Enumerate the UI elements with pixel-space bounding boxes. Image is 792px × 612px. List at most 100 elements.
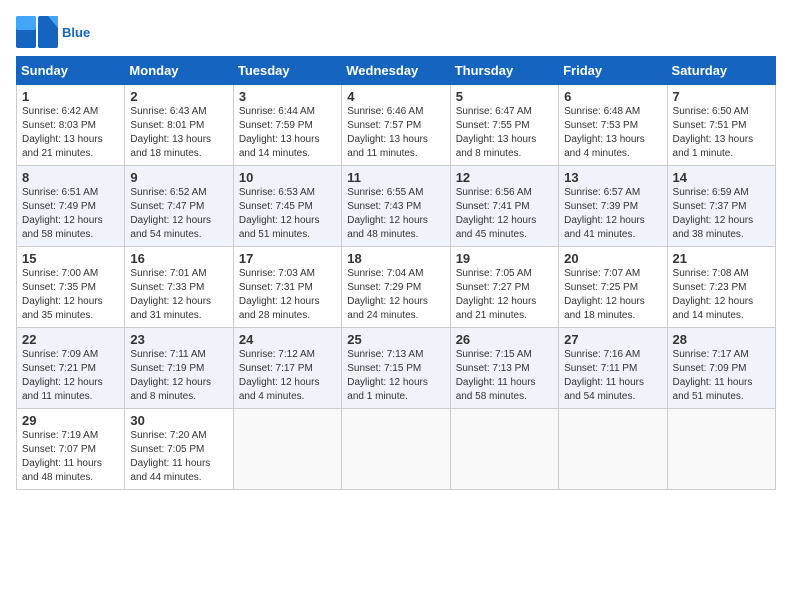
- day-number: 26: [456, 332, 553, 347]
- sunrise-label: Sunrise: 6:59 AM: [673, 187, 749, 198]
- day-number: 30: [130, 413, 227, 428]
- sunset-label: Sunset: 7:33 PM: [130, 282, 204, 293]
- calendar-cell: 18 Sunrise: 7:04 AM Sunset: 7:29 PM Dayl…: [342, 247, 450, 328]
- day-info: Sunrise: 6:53 AM Sunset: 7:45 PM Dayligh…: [239, 186, 336, 242]
- sunset-label: Sunset: 7:27 PM: [456, 282, 530, 293]
- sunset-label: Sunset: 7:11 PM: [564, 363, 637, 374]
- sunrise-label: Sunrise: 7:08 AM: [673, 268, 749, 279]
- day-info: Sunrise: 6:47 AM Sunset: 7:55 PM Dayligh…: [456, 105, 553, 161]
- sunset-label: Sunset: 7:15 PM: [347, 363, 421, 374]
- sunrise-label: Sunrise: 7:13 AM: [347, 349, 423, 360]
- calendar-cell: 17 Sunrise: 7:03 AM Sunset: 7:31 PM Dayl…: [233, 247, 341, 328]
- calendar-cell: 20 Sunrise: 7:07 AM Sunset: 7:25 PM Dayl…: [559, 247, 667, 328]
- sunrise-label: Sunrise: 6:52 AM: [130, 187, 206, 198]
- day-number: 13: [564, 170, 661, 185]
- day-number: 25: [347, 332, 444, 347]
- day-number: 27: [564, 332, 661, 347]
- day-number: 17: [239, 251, 336, 266]
- day-number: 28: [673, 332, 770, 347]
- day-number: 9: [130, 170, 227, 185]
- sunrise-label: Sunrise: 7:11 AM: [130, 349, 205, 360]
- sunrise-label: Sunrise: 7:16 AM: [564, 349, 640, 360]
- day-info: Sunrise: 7:01 AM Sunset: 7:33 PM Dayligh…: [130, 267, 227, 323]
- calendar-cell: 27 Sunrise: 7:16 AM Sunset: 7:11 PM Dayl…: [559, 328, 667, 409]
- day-number: 4: [347, 89, 444, 104]
- sunset-label: Sunset: 7:25 PM: [564, 282, 638, 293]
- day-info: Sunrise: 7:05 AM Sunset: 7:27 PM Dayligh…: [456, 267, 553, 323]
- day-number: 18: [347, 251, 444, 266]
- sunset-label: Sunset: 7:37 PM: [673, 201, 747, 212]
- daylight-label: Daylight: 13 hours and 21 minutes.: [22, 134, 103, 159]
- weekday-header: Sunday: [17, 57, 125, 85]
- sunrise-label: Sunrise: 6:50 AM: [673, 106, 749, 117]
- sunrise-label: Sunrise: 7:07 AM: [564, 268, 640, 279]
- day-number: 7: [673, 89, 770, 104]
- calendar-cell: [559, 409, 667, 490]
- calendar-cell: 4 Sunrise: 6:46 AM Sunset: 7:57 PM Dayli…: [342, 85, 450, 166]
- sunrise-label: Sunrise: 7:03 AM: [239, 268, 315, 279]
- sunrise-label: Sunrise: 7:15 AM: [456, 349, 532, 360]
- calendar-cell: 11 Sunrise: 6:55 AM Sunset: 7:43 PM Dayl…: [342, 166, 450, 247]
- day-info: Sunrise: 6:51 AM Sunset: 7:49 PM Dayligh…: [22, 186, 119, 242]
- daylight-label: Daylight: 12 hours and 54 minutes.: [130, 215, 211, 240]
- sunset-label: Sunset: 7:09 PM: [673, 363, 747, 374]
- sunset-label: Sunset: 7:23 PM: [673, 282, 747, 293]
- day-number: 1: [22, 89, 119, 104]
- sunset-label: Sunset: 8:01 PM: [130, 120, 204, 131]
- day-info: Sunrise: 7:16 AM Sunset: 7:11 PM Dayligh…: [564, 348, 661, 404]
- sunset-label: Sunset: 7:17 PM: [239, 363, 313, 374]
- calendar-cell: 29 Sunrise: 7:19 AM Sunset: 7:07 PM Dayl…: [17, 409, 125, 490]
- sunrise-label: Sunrise: 6:46 AM: [347, 106, 423, 117]
- sunrise-label: Sunrise: 7:19 AM: [22, 430, 98, 441]
- day-info: Sunrise: 7:04 AM Sunset: 7:29 PM Dayligh…: [347, 267, 444, 323]
- day-number: 15: [22, 251, 119, 266]
- logo-icon: [16, 16, 58, 48]
- day-info: Sunrise: 7:20 AM Sunset: 7:05 PM Dayligh…: [130, 429, 227, 485]
- sunset-label: Sunset: 7:13 PM: [456, 363, 530, 374]
- sunset-label: Sunset: 7:59 PM: [239, 120, 313, 131]
- day-info: Sunrise: 7:12 AM Sunset: 7:17 PM Dayligh…: [239, 348, 336, 404]
- weekday-header: Wednesday: [342, 57, 450, 85]
- sunset-label: Sunset: 7:39 PM: [564, 201, 638, 212]
- daylight-label: Daylight: 12 hours and 51 minutes.: [239, 215, 320, 240]
- day-number: 14: [673, 170, 770, 185]
- calendar-header-row: SundayMondayTuesdayWednesdayThursdayFrid…: [17, 57, 776, 85]
- sunrise-label: Sunrise: 6:57 AM: [564, 187, 640, 198]
- calendar-cell: [233, 409, 341, 490]
- calendar-cell: 19 Sunrise: 7:05 AM Sunset: 7:27 PM Dayl…: [450, 247, 558, 328]
- sunset-label: Sunset: 8:03 PM: [22, 120, 96, 131]
- logo-tagline: Blue: [62, 26, 90, 39]
- day-info: Sunrise: 6:50 AM Sunset: 7:51 PM Dayligh…: [673, 105, 770, 161]
- calendar-cell: 22 Sunrise: 7:09 AM Sunset: 7:21 PM Dayl…: [17, 328, 125, 409]
- daylight-label: Daylight: 12 hours and 18 minutes.: [564, 296, 645, 321]
- daylight-label: Daylight: 13 hours and 1 minute.: [673, 134, 754, 159]
- logo: Blue: [16, 16, 90, 48]
- calendar-week-row: 15 Sunrise: 7:00 AM Sunset: 7:35 PM Dayl…: [17, 247, 776, 328]
- sunset-label: Sunset: 7:07 PM: [22, 444, 96, 455]
- calendar-cell: 16 Sunrise: 7:01 AM Sunset: 7:33 PM Dayl…: [125, 247, 233, 328]
- daylight-label: Daylight: 11 hours and 54 minutes.: [564, 377, 644, 402]
- calendar-cell: 23 Sunrise: 7:11 AM Sunset: 7:19 PM Dayl…: [125, 328, 233, 409]
- daylight-label: Daylight: 12 hours and 8 minutes.: [130, 377, 211, 402]
- day-number: 3: [239, 89, 336, 104]
- day-info: Sunrise: 7:08 AM Sunset: 7:23 PM Dayligh…: [673, 267, 770, 323]
- calendar-week-row: 22 Sunrise: 7:09 AM Sunset: 7:21 PM Dayl…: [17, 328, 776, 409]
- daylight-label: Daylight: 12 hours and 28 minutes.: [239, 296, 320, 321]
- sunrise-label: Sunrise: 6:55 AM: [347, 187, 423, 198]
- sunrise-label: Sunrise: 7:04 AM: [347, 268, 423, 279]
- sunrise-label: Sunrise: 7:17 AM: [673, 349, 749, 360]
- weekday-header: Thursday: [450, 57, 558, 85]
- calendar-cell: 14 Sunrise: 6:59 AM Sunset: 7:37 PM Dayl…: [667, 166, 775, 247]
- calendar-cell: 1 Sunrise: 6:42 AM Sunset: 8:03 PM Dayli…: [17, 85, 125, 166]
- day-info: Sunrise: 7:11 AM Sunset: 7:19 PM Dayligh…: [130, 348, 227, 404]
- day-info: Sunrise: 7:03 AM Sunset: 7:31 PM Dayligh…: [239, 267, 336, 323]
- calendar-cell: 12 Sunrise: 6:56 AM Sunset: 7:41 PM Dayl…: [450, 166, 558, 247]
- day-info: Sunrise: 6:48 AM Sunset: 7:53 PM Dayligh…: [564, 105, 661, 161]
- daylight-label: Daylight: 11 hours and 51 minutes.: [673, 377, 753, 402]
- weekday-header: Saturday: [667, 57, 775, 85]
- daylight-label: Daylight: 12 hours and 38 minutes.: [673, 215, 754, 240]
- page-header: Blue: [16, 16, 776, 48]
- sunset-label: Sunset: 7:49 PM: [22, 201, 96, 212]
- calendar-cell: 6 Sunrise: 6:48 AM Sunset: 7:53 PM Dayli…: [559, 85, 667, 166]
- weekday-header: Monday: [125, 57, 233, 85]
